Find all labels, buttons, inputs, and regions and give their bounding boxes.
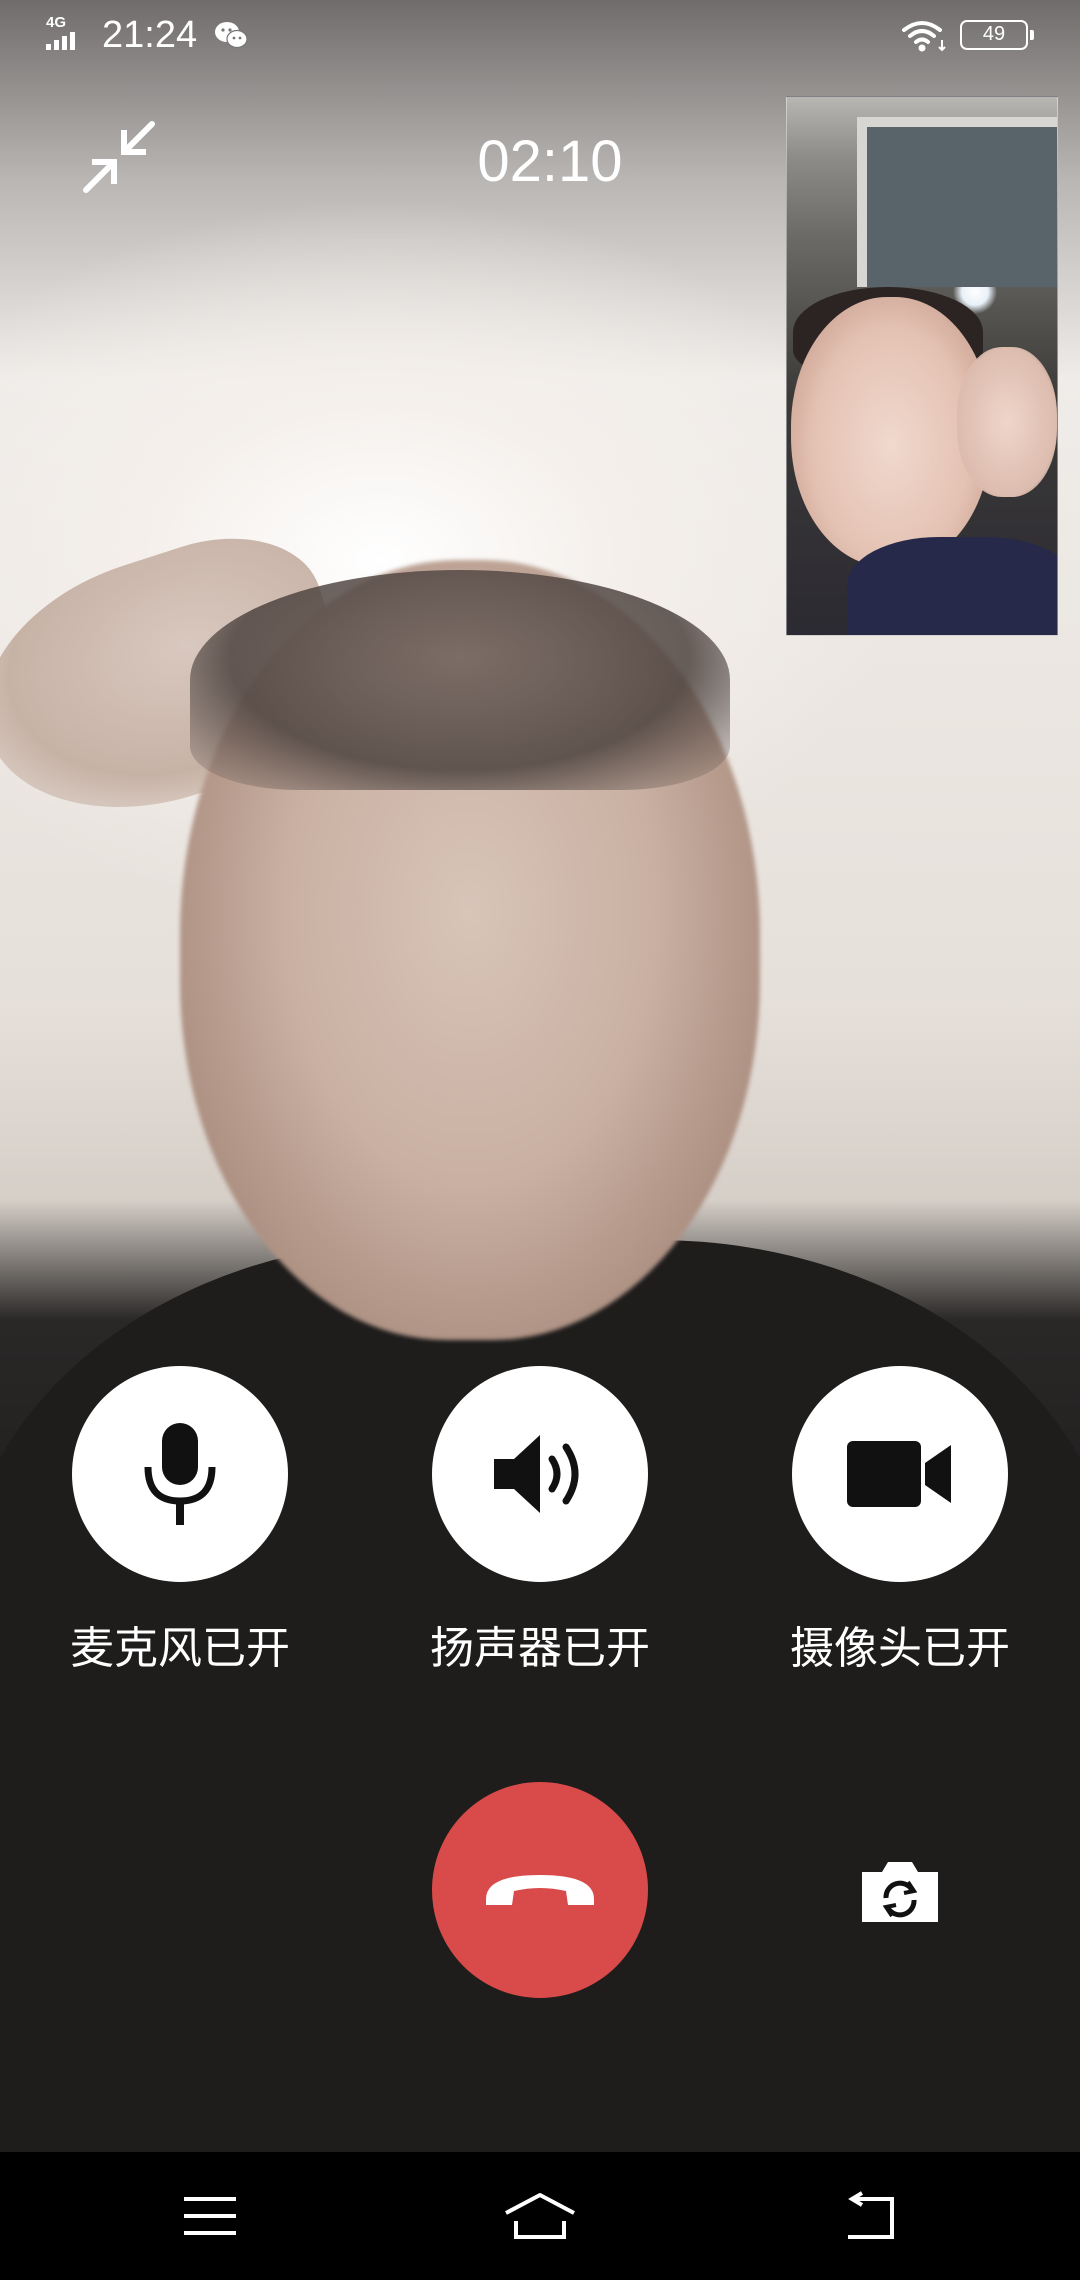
- speaker-icon: [494, 1435, 579, 1513]
- switch-camera-icon: [862, 1862, 938, 1922]
- self-video-preview[interactable]: [786, 96, 1058, 636]
- home-button[interactable]: [500, 2182, 580, 2250]
- microphone-button[interactable]: [72, 1366, 288, 1582]
- video-camera-icon: [847, 1441, 951, 1507]
- camera-button[interactable]: [792, 1366, 1008, 1582]
- call-timer: 02:10: [477, 129, 623, 194]
- battery-icon: 49: [960, 20, 1034, 50]
- menu-icon: [184, 2197, 236, 2235]
- cellular-signal-icon: 4G: [46, 14, 82, 52]
- microphone-control: 麦克风已开: [60, 1366, 300, 1676]
- video-call-screen: 4G 21:24 49 02:10 麦克风已开 扬声器已开 摄像头已开: [0, 0, 1080, 2280]
- self-person-hand: [957, 347, 1057, 497]
- wechat-icon: [215, 22, 248, 49]
- remote-person-hair: [190, 570, 730, 790]
- status-bar: 4G 21:24 49: [0, 0, 1080, 72]
- minimize-arrows-icon: [83, 121, 155, 193]
- home-icon: [505, 2193, 575, 2239]
- switch-camera-button[interactable]: [850, 1852, 950, 1932]
- status-time: 21:24: [102, 14, 198, 56]
- hangup-button[interactable]: [432, 1782, 648, 1998]
- network-type: 4G: [46, 14, 67, 31]
- self-person-shirt: [847, 537, 1057, 635]
- hangup-phone-icon: [486, 1875, 594, 1905]
- camera-control: 摄像头已开: [780, 1366, 1020, 1676]
- system-navigation-bar: [0, 2152, 1080, 2280]
- minimize-call-button[interactable]: [80, 118, 158, 196]
- camera-label: 摄像头已开: [790, 1623, 1010, 1674]
- battery-level: 49: [982, 23, 1006, 45]
- speaker-label: 扬声器已开: [430, 1623, 650, 1674]
- speaker-control: 扬声器已开: [420, 1366, 660, 1676]
- back-icon: [848, 2191, 894, 2239]
- wifi-icon: [902, 21, 946, 52]
- back-button[interactable]: [830, 2182, 910, 2250]
- speaker-button[interactable]: [432, 1366, 648, 1582]
- microphone-label: 麦克风已开: [70, 1623, 290, 1674]
- background-window: [857, 117, 1057, 287]
- microphone-icon: [144, 1423, 216, 1525]
- recent-apps-button[interactable]: [170, 2182, 250, 2250]
